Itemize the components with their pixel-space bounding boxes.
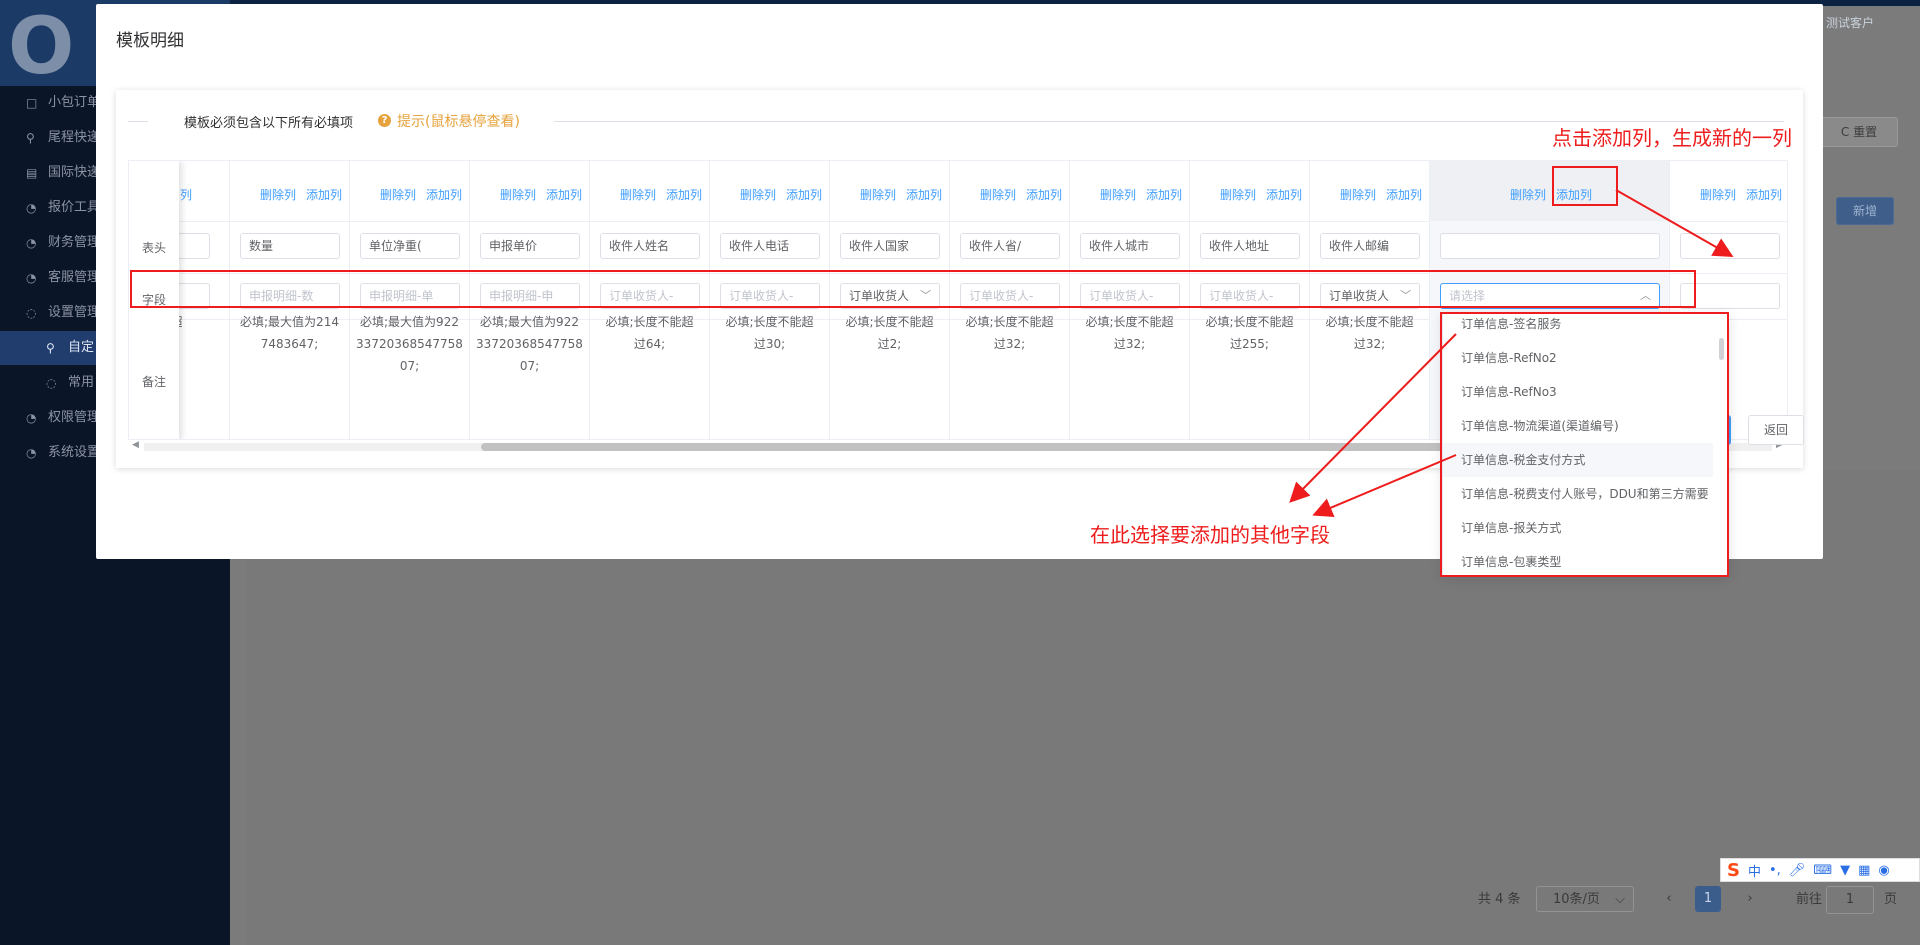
arrow-from-dropdown	[1289, 333, 1457, 503]
annotation-click-add: 点击添加列，生成新的一列	[1552, 126, 1792, 150]
annotation-select-field: 在此选择要添加的其他字段	[1090, 523, 1330, 547]
arrow-to-new-column	[1615, 189, 1734, 257]
arrow-from-dropdown	[1312, 454, 1457, 518]
